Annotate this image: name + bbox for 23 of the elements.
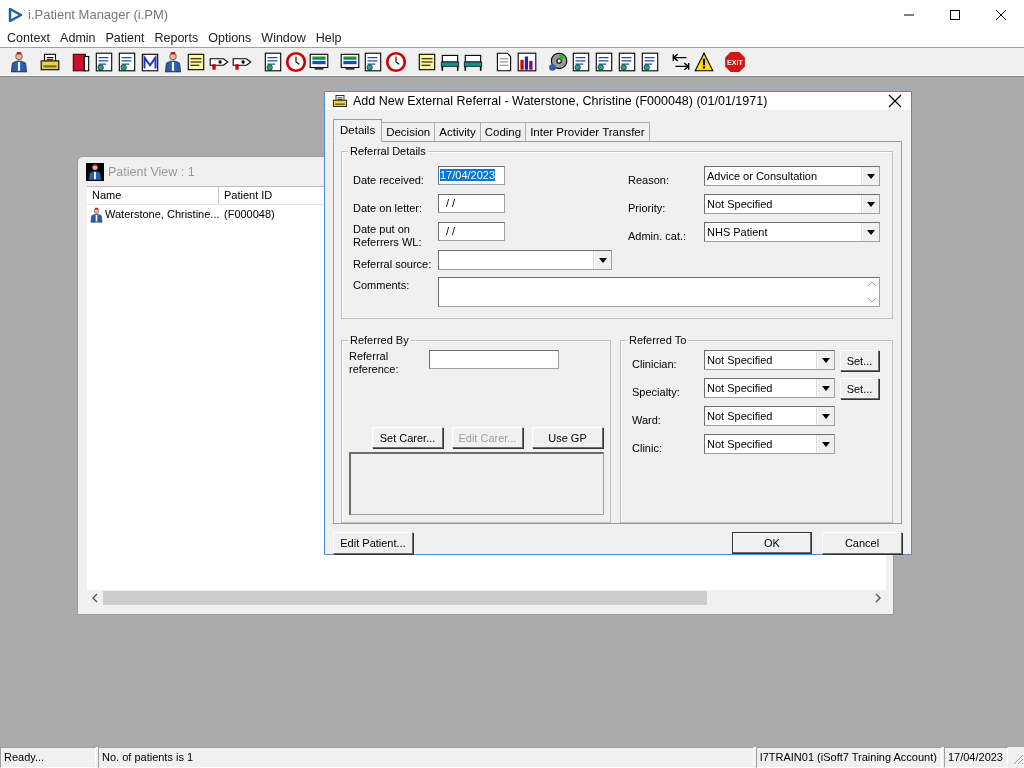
field-label: Clinician: bbox=[632, 356, 678, 372]
field-label: Date put on Referrers WL: bbox=[353, 222, 423, 250]
field-label: Date on letter: bbox=[353, 200, 424, 216]
field-label: Referral reference: bbox=[349, 350, 400, 376]
field-label: Specialty: bbox=[632, 384, 681, 400]
group-title: Referred To bbox=[627, 333, 689, 347]
field-label: Priority: bbox=[628, 200, 667, 216]
status-text: I7TRAIN01 (iSoft7 Training Account) bbox=[755, 747, 942, 768]
field-label: Reason: bbox=[628, 172, 670, 188]
status-text: 17/04/2023 bbox=[943, 747, 1008, 768]
dialog-title: Add New External Referral - Waterstone, Christine (F000048) (01/01/1971) bbox=[353, 94, 769, 108]
field-label: Admin. cat.: bbox=[628, 228, 688, 244]
window-title: Patient View : 1 bbox=[108, 164, 195, 179]
field-label: Date received: bbox=[353, 172, 425, 188]
field-label: Referral source: bbox=[353, 256, 433, 272]
group-title: Referred By bbox=[348, 333, 411, 347]
status-text: No. of patients is 1 bbox=[98, 747, 754, 768]
field-label: Ward: bbox=[632, 412, 662, 428]
field-label: Comments: bbox=[353, 278, 411, 293]
group-title: Referral Details bbox=[348, 144, 428, 158]
window-title: i.Patient Manager (i.PM) bbox=[28, 7, 170, 22]
field-label: Clinic: bbox=[632, 440, 663, 456]
status-text: Ready... bbox=[0, 747, 96, 768]
